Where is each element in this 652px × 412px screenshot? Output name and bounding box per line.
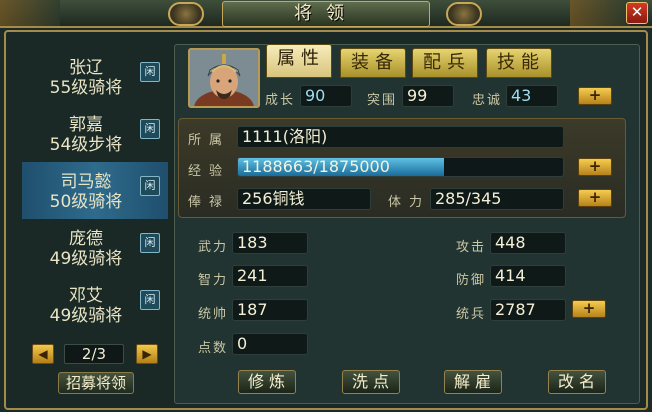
reset-points-button[interactable]: 洗点 — [342, 370, 400, 394]
prev-page-button[interactable]: ◀ — [32, 344, 54, 364]
loyalty-plus-button[interactable]: + — [578, 87, 612, 105]
exp-plus-button[interactable]: + — [578, 158, 612, 176]
general-item[interactable]: 庞德 49级骑将 闲 — [22, 219, 168, 276]
general-name: 邓艾 — [69, 286, 103, 306]
corner-ornament-left — [0, 0, 60, 26]
attack-value: 448 — [490, 232, 566, 254]
attack-label: 攻击 — [456, 240, 487, 255]
stamina-label: 体力 — [388, 195, 431, 210]
title-bar: 将领 ✕ — [0, 0, 652, 28]
general-name: 张辽 — [69, 58, 103, 78]
general-level-type: 49级骑将 — [49, 249, 123, 269]
general-level-type: 49级骑将 — [49, 306, 123, 326]
breakout-value: 99 — [402, 85, 454, 107]
general-level-type: 50级骑将 — [49, 192, 123, 212]
growth-label: 成长 — [265, 93, 296, 108]
dismiss-button[interactable]: 解雇 — [444, 370, 502, 394]
idle-status-badge: 闲 — [140, 119, 160, 139]
exp-progress-bar: 1188663/1875000 — [237, 157, 564, 177]
train-button[interactable]: 修炼 — [238, 370, 296, 394]
loyalty-value: 43 — [506, 85, 558, 107]
breakout-label: 突围 — [367, 93, 398, 108]
general-item[interactable]: 郭嘉 54级步将 闲 — [22, 105, 168, 162]
defense-value: 414 — [490, 265, 566, 287]
general-portrait — [188, 48, 260, 108]
tab-skills[interactable]: 技能 — [486, 48, 552, 78]
salary-value: 256铜钱 — [237, 188, 371, 210]
tab-equipment[interactable]: 装备 — [340, 48, 406, 78]
general-name: 庞德 — [69, 229, 103, 249]
general-item[interactable]: 张辽 55级骑将 闲 — [22, 48, 168, 105]
stamina-value: 285/345 — [430, 188, 564, 210]
corner-ornament-right — [570, 0, 630, 26]
list-pager: ◀ 2/3 ▶ — [32, 344, 172, 366]
force-label: 武力 — [198, 240, 229, 255]
page-indicator: 2/3 — [64, 344, 124, 364]
window-title: 将领 — [222, 1, 430, 27]
idle-status-badge: 闲 — [140, 290, 160, 310]
general-list: 张辽 55级骑将 闲 郭嘉 54级步将 闲 司马懿 50级骑将 闲 庞德 49级… — [22, 48, 168, 333]
troops-plus-button[interactable]: + — [572, 300, 606, 318]
troops-label: 统兵 — [456, 307, 487, 322]
belong-label: 所属 — [188, 133, 231, 148]
intel-value: 241 — [232, 265, 308, 287]
general-item-selected[interactable]: 司马懿 50级骑将 闲 — [22, 162, 168, 219]
stamina-plus-button[interactable]: + — [578, 189, 612, 207]
general-list-panel: 张辽 55级骑将 闲 郭嘉 54级步将 闲 司马懿 50级骑将 闲 庞德 49级… — [22, 48, 168, 398]
warrior-portrait-icon — [190, 50, 258, 106]
general-level-type: 54级步将 — [49, 135, 123, 155]
general-level-type: 55级骑将 — [49, 78, 123, 98]
troops-value: 2787 — [490, 299, 566, 321]
recruit-general-button[interactable]: 招募将领 — [58, 372, 134, 394]
general-item[interactable]: 邓艾 49级骑将 闲 — [22, 276, 168, 333]
general-name: 郭嘉 — [69, 115, 103, 135]
title-ornament-left-icon — [168, 2, 204, 26]
belong-value: 1111(洛阳) — [237, 126, 564, 148]
rename-button[interactable]: 改名 — [548, 370, 606, 394]
general-name: 司马懿 — [60, 172, 112, 192]
idle-status-badge: 闲 — [140, 176, 160, 196]
salary-label: 俸禄 — [188, 195, 231, 210]
intel-label: 智力 — [198, 273, 229, 288]
force-value: 183 — [232, 232, 308, 254]
title-ornament-right-icon — [446, 2, 482, 26]
exp-label: 经验 — [188, 164, 231, 179]
idle-status-badge: 闲 — [140, 62, 160, 82]
growth-value: 90 — [300, 85, 352, 107]
close-button[interactable]: ✕ — [626, 2, 648, 24]
loyalty-label: 忠诚 — [472, 93, 503, 108]
tab-troops[interactable]: 配兵 — [412, 48, 478, 78]
points-value: 0 — [232, 333, 308, 355]
points-label: 点数 — [198, 341, 229, 356]
command-value: 187 — [232, 299, 308, 321]
command-label: 统帅 — [198, 307, 229, 322]
next-page-button[interactable]: ▶ — [136, 344, 158, 364]
tab-attributes[interactable]: 属性 — [266, 44, 332, 78]
exp-value: 1188663/1875000 — [242, 157, 390, 176]
defense-label: 防御 — [456, 273, 487, 288]
idle-status-badge: 闲 — [140, 233, 160, 253]
